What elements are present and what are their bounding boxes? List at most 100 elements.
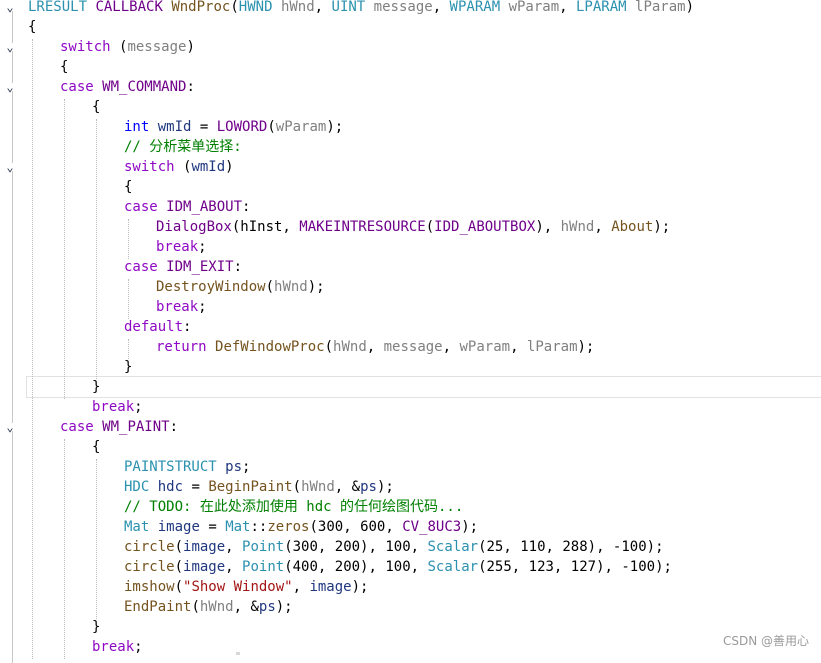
code-line[interactable]: { <box>0 97 821 117</box>
code-line[interactable]: ⌄ switch (message) <box>0 37 821 57</box>
code-token: (25, 110, 288), -100); <box>478 539 664 555</box>
code-token: , <box>594 219 612 235</box>
code-text: EndPaint(hWnd, &ps); <box>124 597 293 617</box>
code-text: DestroyWindow(hWnd); <box>156 277 325 297</box>
code-token: ); <box>577 339 595 355</box>
code-text: circle(image, Point(300, 200), 100, Scal… <box>124 537 664 557</box>
code-token: MAKEINTRESOURCE <box>299 219 426 235</box>
code-line[interactable]: HDC hdc = BeginPaint(hWnd, &ps); <box>0 477 821 497</box>
code-line[interactable]: ⌄ switch (wmId) <box>0 157 821 177</box>
code-token: "Show Window" <box>183 579 293 595</box>
code-line[interactable]: int wmId = LOWORD(wParam); <box>0 117 821 137</box>
code-token: , <box>559 0 576 15</box>
code-line[interactable]: return DefWindowProc(hWnd, message, wPar… <box>0 337 821 357</box>
indent-guide <box>96 119 97 379</box>
code-line[interactable]: { <box>0 17 821 37</box>
code-line[interactable]: ⌄ case WM_PAINT: <box>0 417 821 437</box>
code-text: imshow("Show Window", image); <box>124 577 368 597</box>
code-token: message <box>373 0 433 15</box>
code-token: break <box>92 399 135 415</box>
code-token: , <box>225 559 243 575</box>
code-token: hdc <box>157 479 184 495</box>
code-line[interactable]: } <box>0 357 821 377</box>
code-token: BeginPaint <box>208 479 293 495</box>
code-token: Point <box>242 559 285 575</box>
indent-guide <box>96 459 97 619</box>
code-token: LOWORD <box>216 119 268 135</box>
code-line[interactable]: circle(image, Point(400, 200), 100, Scal… <box>0 557 821 577</box>
code-line[interactable]: } <box>0 376 821 398</box>
code-line[interactable]: break; <box>0 397 821 417</box>
code-token: (300, 200), 100, <box>284 539 428 555</box>
csdn-watermark: CSDN @善用心 <box>722 634 809 648</box>
code-text: } <box>92 617 100 637</box>
code-token: ); <box>461 519 479 535</box>
code-line[interactable]: { <box>0 437 821 457</box>
code-line[interactable]: break; <box>0 237 821 257</box>
indent-guide <box>128 219 129 259</box>
fold-toggle-icon[interactable]: ⌄ <box>2 157 18 177</box>
code-line[interactable]: ⌄ case WM_COMMAND: <box>0 77 821 97</box>
code-line[interactable]: } <box>0 617 821 637</box>
code-line[interactable]: DestroyWindow(hWnd); <box>0 277 821 297</box>
code-token: , <box>442 339 460 355</box>
code-token: , <box>432 0 450 15</box>
code-token: : <box>183 319 192 335</box>
code-token: , <box>366 339 384 355</box>
code-text: DialogBox(hInst, MAKEINTRESOURCE(IDD_ABO… <box>156 217 670 237</box>
code-token: { <box>60 59 69 75</box>
code-line[interactable]: DialogBox(hInst, MAKEINTRESOURCE(IDD_ABO… <box>0 217 821 237</box>
code-line[interactable]: break; <box>0 637 821 657</box>
fold-toggle-icon[interactable]: ⌄ <box>2 77 18 97</box>
code-line[interactable]: ⌄ LRESULT CALLBACK WndProc(HWND hWnd, UIN… <box>0 0 821 17</box>
code-line[interactable]: imshow("Show Window", image); <box>0 577 821 597</box>
code-token: ( <box>174 159 192 175</box>
code-token: hWnd <box>274 279 308 295</box>
code-text: { <box>28 17 36 37</box>
code-token: ps <box>225 459 243 475</box>
code-token: int <box>124 119 150 135</box>
code-token: // 分析菜单选择: <box>124 139 242 155</box>
fold-toggle-icon[interactable]: ⌄ <box>2 0 18 17</box>
code-token: : <box>233 259 243 275</box>
code-line[interactable]: PAINTSTRUCT ps; <box>0 457 821 477</box>
code-line[interactable]: circle(image, Point(300, 200), 100, Scal… <box>0 537 821 557</box>
code-token: ( <box>425 219 435 235</box>
code-line[interactable]: Mat image = Mat::zeros(300, 600, CV_8UC3… <box>0 517 821 537</box>
code-line[interactable]: case IDM_EXIT: <box>0 257 821 277</box>
code-token: , <box>510 339 527 355</box>
code-line[interactable]: // 分析菜单选择: <box>0 137 821 157</box>
code-line[interactable]: case IDM_ABOUT: <box>0 197 821 217</box>
code-line[interactable]: EndPaint(hWnd, &ps); <box>0 597 821 617</box>
code-token: , <box>225 539 243 555</box>
code-editor[interactable]: ⌄ LRESULT CALLBACK WndProc(HWND hWnd, UIN… <box>0 0 821 663</box>
code-token: case <box>124 259 158 275</box>
code-token: } <box>92 619 101 635</box>
fold-toggle-icon[interactable]: ⌄ <box>2 417 18 437</box>
code-text: default: <box>124 317 191 337</box>
code-line[interactable]: // TODO: 在此处添加使用 hdc 的任何绘图代码... <box>0 497 821 517</box>
code-line[interactable]: { <box>0 177 821 197</box>
code-line[interactable]: { <box>0 57 821 77</box>
code-line[interactable]: default: <box>0 317 821 337</box>
code-text: break; <box>156 297 207 317</box>
code-text: { <box>124 177 132 197</box>
code-token: case <box>60 79 94 95</box>
code-token: = <box>183 479 209 495</box>
code-token: , <box>292 579 310 595</box>
fold-toggle-icon[interactable]: ⌄ <box>2 37 18 57</box>
code-token: hWnd <box>333 339 367 355</box>
code-token: ( <box>110 39 128 55</box>
code-token: wParam <box>508 0 560 15</box>
code-token: Scalar <box>427 539 479 555</box>
code-token: Mat <box>124 519 150 535</box>
code-token: ( <box>230 0 239 15</box>
code-token: , & <box>334 479 361 495</box>
code-token: CALLBACK <box>95 0 163 15</box>
code-line[interactable]: break; <box>0 297 821 317</box>
code-token: ps <box>360 479 377 495</box>
